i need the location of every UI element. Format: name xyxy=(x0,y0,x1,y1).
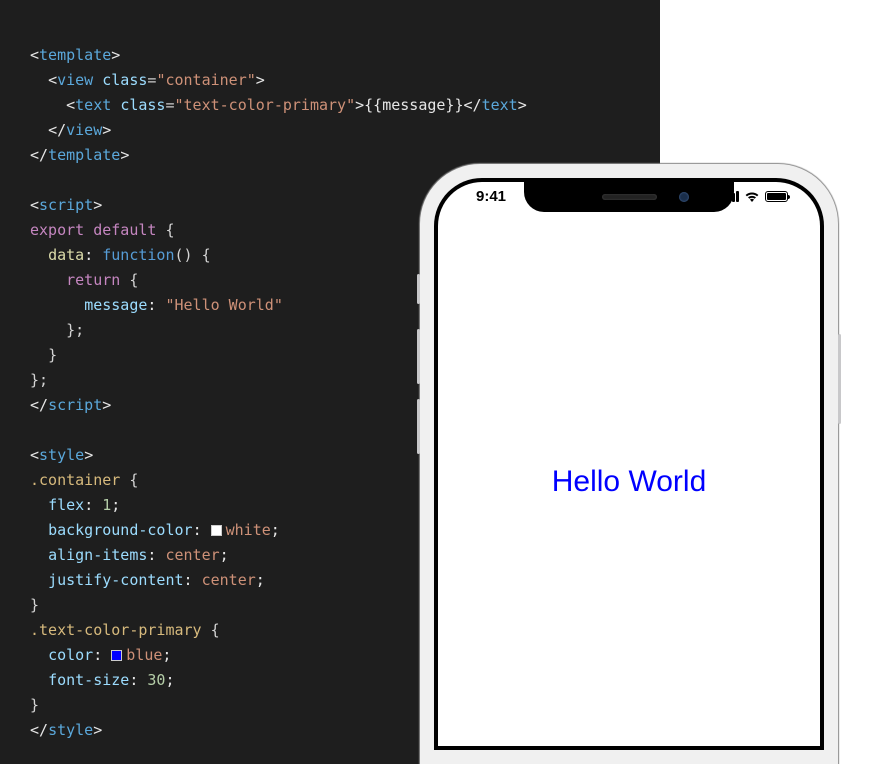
phone-screen[interactable]: 9:41 Hello World xyxy=(438,182,820,746)
status-bar: 9:41 xyxy=(438,188,820,205)
prop-data: data xyxy=(48,246,84,264)
string-hello-world: "Hello World" xyxy=(165,296,282,314)
wifi-icon xyxy=(744,191,760,203)
sel-container: .container xyxy=(30,471,120,489)
app-content: Hello World xyxy=(438,222,820,746)
tag-text: text xyxy=(75,96,111,114)
tag-script: script xyxy=(39,196,93,214)
kw-return: return xyxy=(66,271,120,289)
phone-volume-down-button xyxy=(417,399,420,454)
kw-default: default xyxy=(93,221,156,239)
kw-function: function xyxy=(102,246,174,264)
phone-bezel: 9:41 Hello World xyxy=(434,178,824,750)
signal-icon xyxy=(723,191,740,203)
phone-silence-switch xyxy=(417,274,420,304)
status-time: 9:41 xyxy=(476,188,506,205)
prop-message: message xyxy=(84,296,147,314)
tag-template-open: template xyxy=(39,46,111,64)
phone-mockup: 9:41 Hello World xyxy=(420,164,838,764)
tag-template-close: template xyxy=(48,146,120,164)
sel-text-color-primary: .text-color-primary xyxy=(30,621,202,639)
phone-power-button xyxy=(838,334,841,424)
kw-export: export xyxy=(30,221,84,239)
status-right xyxy=(723,191,789,203)
interpolation: {{message}} xyxy=(364,96,463,114)
app-message-text: Hello World xyxy=(552,465,707,499)
color-swatch-blue xyxy=(111,650,122,661)
tag-style: style xyxy=(39,446,84,464)
battery-icon xyxy=(765,191,788,202)
phone-volume-up-button xyxy=(417,329,420,384)
tag-view: view xyxy=(57,71,93,89)
color-swatch-white xyxy=(211,525,222,536)
battery-fill xyxy=(767,193,786,200)
